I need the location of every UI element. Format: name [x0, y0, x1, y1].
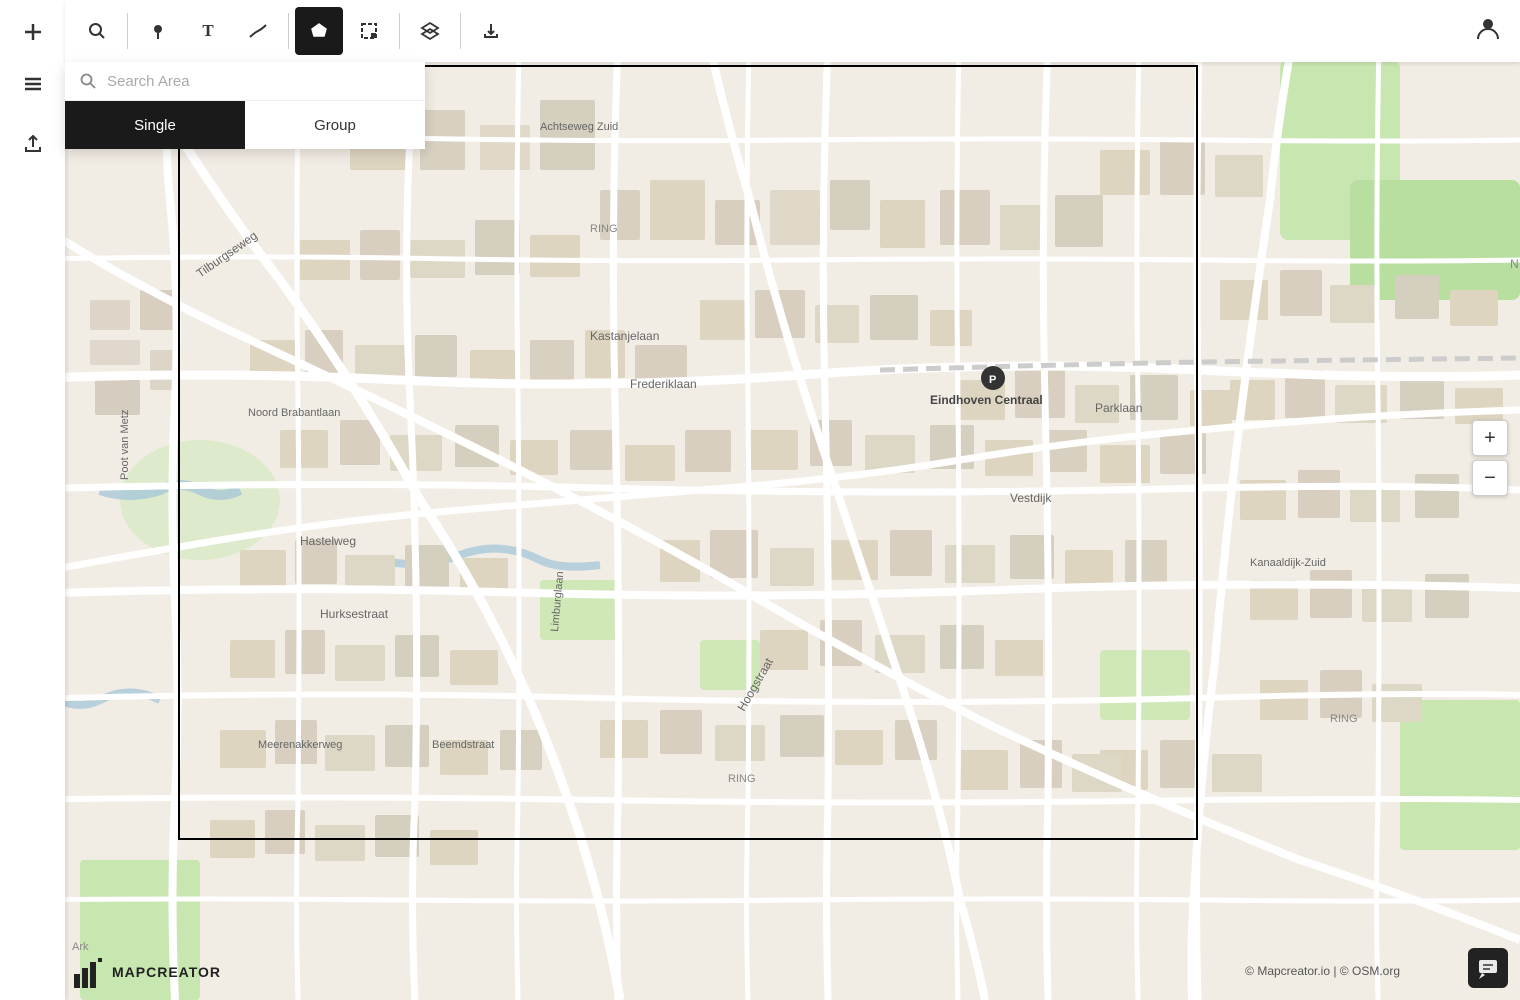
- search-panel: Single Group: [65, 62, 425, 149]
- svg-text:Kastanjelaan: Kastanjelaan: [590, 329, 659, 343]
- svg-text:Parklaan: Parklaan: [1095, 401, 1142, 415]
- search-area-input[interactable]: [107, 73, 411, 90]
- map-attribution: © Mapcreator.io | © OSM.org: [1245, 964, 1400, 978]
- divider-1: [127, 13, 128, 49]
- logo-text: MAPCREATOR: [112, 964, 221, 980]
- text-tool-button[interactable]: T: [184, 7, 232, 55]
- point-tool-button[interactable]: [134, 7, 182, 55]
- svg-text:Hastelweg: Hastelweg: [300, 534, 356, 548]
- menu-button[interactable]: [9, 60, 57, 108]
- user-icon[interactable]: [1468, 8, 1508, 48]
- logo-icon: [72, 956, 104, 988]
- search-panel-icon: [79, 72, 97, 90]
- left-toolbar: [0, 0, 65, 1000]
- area-tool-button[interactable]: [295, 7, 343, 55]
- svg-text:RING: RING: [728, 773, 756, 785]
- svg-text:P: P: [989, 374, 996, 386]
- upload-button[interactable]: [9, 120, 57, 168]
- svg-text:Noord Brabantlaan: Noord Brabantlaan: [248, 407, 340, 419]
- search-tool-button[interactable]: [73, 7, 121, 55]
- svg-text:RING: RING: [590, 223, 618, 235]
- divider-3: [399, 13, 400, 49]
- divider-2: [288, 13, 289, 49]
- svg-text:Eindhoven Centraal: Eindhoven Centraal: [930, 393, 1043, 407]
- zoom-in-button[interactable]: +: [1472, 420, 1508, 456]
- select-area-button[interactable]: [345, 7, 393, 55]
- chat-button[interactable]: [1468, 948, 1508, 988]
- divider-4: [460, 13, 461, 49]
- app-logo: MAPCREATOR: [72, 956, 221, 988]
- svg-text:Achtseweg Zuid: Achtseweg Zuid: [540, 121, 618, 133]
- svg-text:Hurksestraat: Hurksestraat: [320, 607, 389, 621]
- svg-text:Meerenakkerweg: Meerenakkerweg: [258, 739, 342, 751]
- svg-text:Beemdstraat: Beemdstraat: [432, 739, 494, 751]
- svg-text:RING: RING: [1330, 713, 1358, 725]
- top-toolbar: T: [65, 0, 1520, 62]
- map-container[interactable]: Europalaan Achtseweg Zuid RING Kastanjel…: [0, 0, 1520, 1000]
- line-tool-button[interactable]: [234, 7, 282, 55]
- svg-text:Frederiklaan: Frederiklaan: [630, 377, 697, 391]
- zoom-out-button[interactable]: −: [1472, 460, 1508, 496]
- group-toggle-button[interactable]: Group: [245, 101, 425, 149]
- svg-text:N: N: [1510, 257, 1519, 271]
- svg-text:Vestdijk: Vestdijk: [1010, 491, 1052, 505]
- toggle-row: Single Group: [65, 101, 425, 149]
- layers-button[interactable]: [406, 7, 454, 55]
- add-button[interactable]: [9, 8, 57, 56]
- svg-text:Poot van Metz: Poot van Metz: [119, 410, 131, 480]
- single-toggle-button[interactable]: Single: [65, 101, 245, 149]
- svg-text:Ark: Ark: [72, 941, 89, 953]
- search-input-wrapper: [65, 62, 425, 101]
- export-button[interactable]: [467, 7, 515, 55]
- svg-text:Kanaaldijk-Zuid: Kanaaldijk-Zuid: [1250, 557, 1326, 569]
- zoom-controls: + −: [1472, 420, 1508, 496]
- map-background: Europalaan Achtseweg Zuid RING Kastanjel…: [0, 0, 1520, 1000]
